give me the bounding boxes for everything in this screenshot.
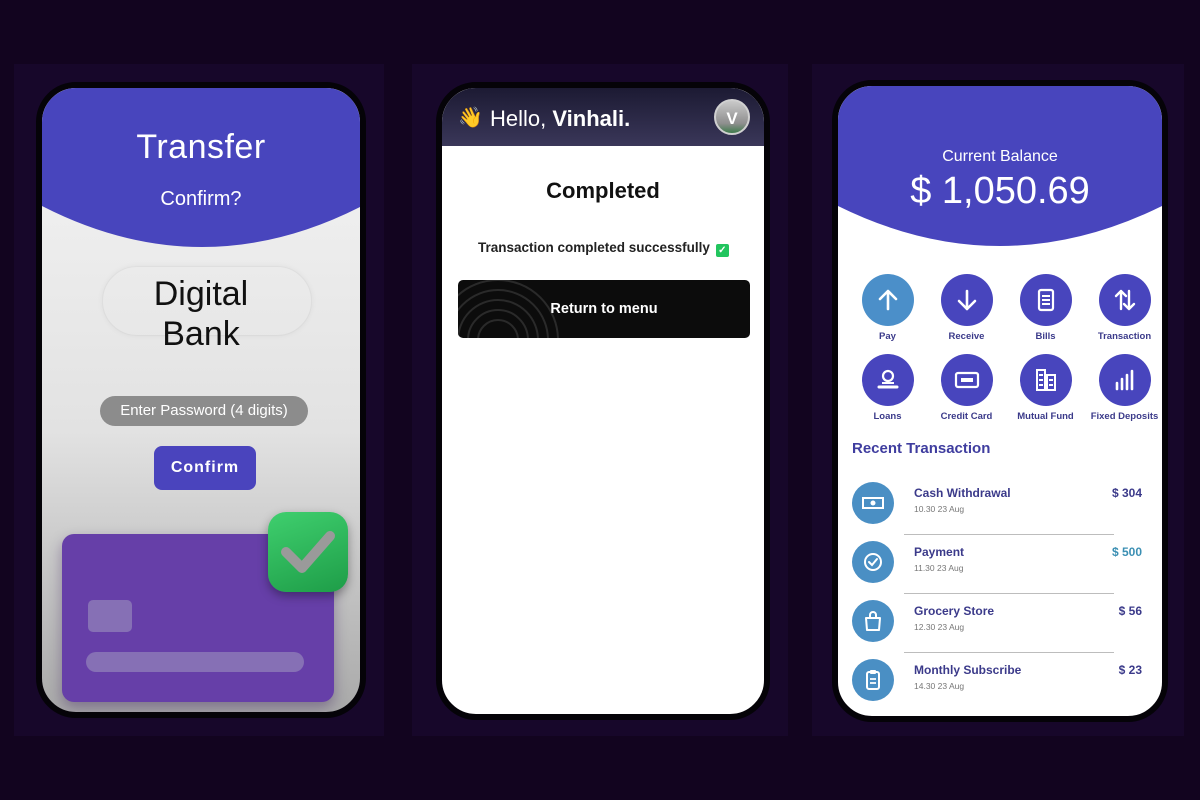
check-circle-icon [852, 541, 894, 583]
loan-icon [861, 354, 914, 406]
card-number-stripe [86, 652, 304, 672]
greeting-bar: 👋 Hello, Vinhali. V [442, 88, 764, 146]
quick-action-mutual-fund[interactable]: Mutual Fund [1006, 354, 1085, 422]
transaction-name: Payment [914, 545, 965, 559]
quick-action-loans[interactable]: Loans [848, 354, 927, 422]
transaction-time: 14.30 23 Aug [914, 681, 965, 691]
mutual-fund-icon [1019, 354, 1072, 406]
credit-card-icon [940, 354, 993, 406]
quick-action-transaction[interactable]: Transaction [1085, 274, 1162, 342]
transaction-row[interactable]: Payment 11.30 23 Aug $ 500 [852, 537, 1150, 594]
transfer-header: Transfer Confirm? [42, 88, 360, 288]
avatar[interactable]: V [714, 99, 750, 135]
success-message: Transaction completed successfully ✓ [478, 240, 729, 257]
bank-name-line2: Bank [162, 315, 240, 353]
cash-icon [852, 482, 894, 524]
check-box-icon: ✓ [715, 244, 729, 257]
home-phone: Current Balance $ 1,050.69 Pay Receive B… [832, 80, 1168, 722]
quick-action-label: Transaction [1097, 331, 1152, 342]
bank-name: Digital Bank [42, 274, 360, 354]
transfer-phone: Transfer Confirm? Digital Bank Enter Pas… [36, 82, 366, 718]
transaction-name: Cash Withdrawal [914, 486, 1011, 500]
transaction-amount: $ 23 [1118, 663, 1142, 677]
bill-icon [1019, 274, 1072, 326]
clipboard-icon [852, 659, 894, 701]
recent-transaction-title: Recent Transaction [852, 440, 991, 457]
return-to-menu-button[interactable]: Return to menu [458, 280, 750, 338]
balance-amount: $ 1,050.69 [910, 170, 1090, 212]
divider [904, 593, 1114, 594]
quick-action-label: Bills [1035, 331, 1056, 342]
arrow-up-icon [861, 274, 914, 326]
quick-action-pay[interactable]: Pay [848, 274, 927, 342]
quick-action-label: Fixed Deposits [1090, 411, 1159, 422]
password-input[interactable]: Enter Password (4 digits) [100, 396, 308, 426]
divider [904, 652, 1114, 653]
greeting-text: Hello, Vinhali. [490, 106, 630, 132]
divider [904, 534, 1114, 535]
confirm-subtitle: Confirm? [160, 188, 242, 210]
completed-phone: 👋 Hello, Vinhali. V Completed Transactio… [436, 82, 770, 720]
transaction-amount: $ 304 [1111, 486, 1142, 500]
transaction-time: 12.30 23 Aug [914, 622, 965, 632]
transaction-name: Monthly Subscribe [914, 663, 1022, 677]
quick-action-fixed-deposits[interactable]: Fixed Deposits [1085, 354, 1162, 422]
completed-title: Completed [546, 178, 660, 203]
balance-header: Current Balance $ 1,050.69 [838, 86, 1162, 256]
success-text: Transaction completed successfully [478, 240, 710, 255]
confirm-button[interactable]: Confirm [154, 446, 256, 490]
user-name: Vinhali. [552, 106, 631, 131]
card-chip [88, 600, 132, 632]
quick-action-bills[interactable]: Bills [1006, 274, 1085, 342]
checkmark-badge-icon [268, 512, 348, 592]
quick-action-label: Mutual Fund [1017, 411, 1074, 422]
quick-action-label: Receive [948, 331, 985, 342]
waving-hand-icon: 👋 [458, 107, 483, 129]
transaction-row[interactable]: Monthly Subscribe 14.30 23 Aug $ 23 [852, 655, 1150, 707]
quick-action-receive[interactable]: Receive [927, 274, 1006, 342]
transaction-amount: $ 500 [1111, 545, 1142, 559]
transaction-time: 10.30 23 Aug [914, 504, 965, 514]
shopping-bag-icon [852, 600, 894, 642]
quick-action-label: Loans [873, 411, 902, 422]
bar-chart-icon [1098, 354, 1151, 406]
transaction-name: Grocery Store [914, 604, 995, 618]
transaction-row[interactable]: Cash Withdrawal 10.30 23 Aug $ 304 [852, 478, 1150, 535]
arrow-down-icon [940, 274, 993, 326]
bank-name-line1: Digital [153, 275, 249, 313]
quick-action-credit-card[interactable]: Credit Card [927, 354, 1006, 422]
return-button-label: Return to menu [550, 301, 658, 317]
quick-action-label: Credit Card [940, 411, 993, 422]
transaction-amount: $ 56 [1118, 604, 1142, 618]
greeting-prefix: Hello, [490, 106, 547, 131]
quick-action-label: Pay [879, 331, 896, 342]
balance-label: Current Balance [942, 148, 1058, 165]
swap-icon [1098, 274, 1151, 326]
page-title: Transfer [136, 128, 266, 166]
transaction-row[interactable]: Grocery Store 12.30 23 Aug $ 56 [852, 596, 1150, 653]
transaction-time: 11.30 23 Aug [914, 563, 964, 573]
